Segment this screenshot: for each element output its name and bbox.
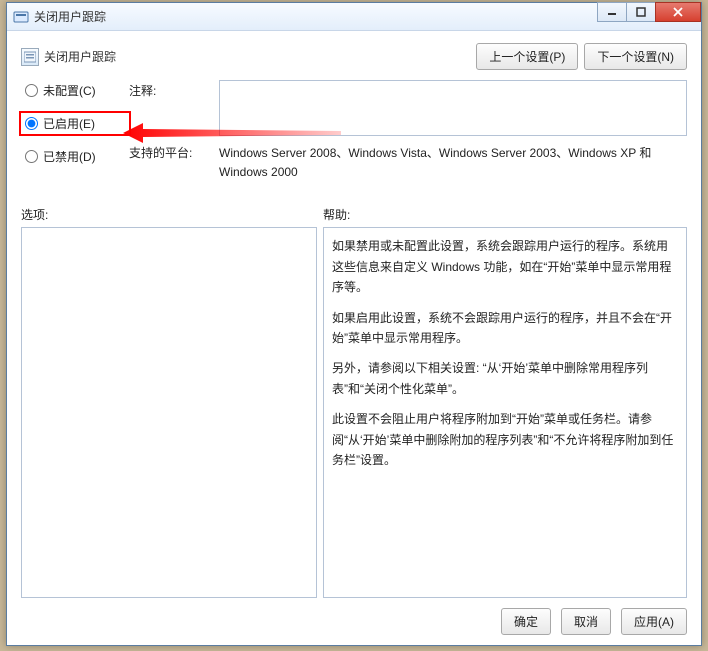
- help-paragraph: 此设置不会阻止用户将程序附加到“开始”菜单或任务栏。请参阅“从‘开始’菜单中删除…: [332, 409, 678, 470]
- radio-disabled[interactable]: 已禁用(D): [25, 148, 129, 165]
- close-button[interactable]: [655, 2, 701, 22]
- nav-buttons: 上一个设置(P) 下一个设置(N): [476, 43, 687, 70]
- minimize-button[interactable]: [597, 2, 627, 22]
- header-row: 关闭用户跟踪 上一个设置(P) 下一个设置(N): [21, 43, 687, 70]
- options-pane: [21, 227, 317, 598]
- platform-row: 支持的平台: Windows Server 2008、Windows Vista…: [129, 144, 687, 182]
- apply-button[interactable]: 应用(A): [621, 608, 687, 635]
- help-paragraph: 如果启用此设置，系统不会跟踪用户运行的程序，并且不会在“开始”菜单中显示常用程序…: [332, 308, 678, 349]
- comment-row: 注释:: [129, 80, 687, 136]
- ok-button[interactable]: 确定: [501, 608, 551, 635]
- radio-not-configured-label: 未配置(C): [43, 82, 96, 99]
- radio-group: 未配置(C) 已启用(E) 已禁用(D): [21, 80, 129, 182]
- mid-labels: 选项: 帮助:: [21, 206, 687, 223]
- titlebar[interactable]: 关闭用户跟踪: [7, 3, 701, 31]
- header-title: 关闭用户跟踪: [44, 48, 476, 65]
- policy-icon: [21, 48, 39, 66]
- radio-disabled-input[interactable]: [25, 150, 38, 163]
- help-paragraph: 如果禁用或未配置此设置，系统会跟踪用户运行的程序。系统用这些信息来自定义 Win…: [332, 236, 678, 297]
- radio-not-configured[interactable]: 未配置(C): [25, 82, 129, 99]
- app-icon: [13, 9, 29, 25]
- window-controls: [598, 2, 701, 22]
- right-col: 注释: 支持的平台: Windows Server 2008、Windows V…: [129, 80, 687, 182]
- options-label: 选项:: [21, 206, 323, 223]
- help-paragraph: 另外，请参阅以下相关设置: “从‘开始’菜单中删除常用程序列表”和“关闭个性化菜…: [332, 358, 678, 399]
- radio-disabled-label: 已禁用(D): [43, 148, 96, 165]
- dialog-content: 关闭用户跟踪 上一个设置(P) 下一个设置(N) 未配置(C) 已启用(E) 已…: [7, 31, 701, 645]
- titlebar-text: 关闭用户跟踪: [34, 8, 106, 25]
- help-pane[interactable]: 如果禁用或未配置此设置，系统会跟踪用户运行的程序。系统用这些信息来自定义 Win…: [323, 227, 687, 598]
- prev-setting-button[interactable]: 上一个设置(P): [476, 43, 578, 70]
- platform-text: Windows Server 2008、Windows Vista、Window…: [219, 144, 687, 182]
- panes: 如果禁用或未配置此设置，系统会跟踪用户运行的程序。系统用这些信息来自定义 Win…: [21, 227, 687, 598]
- radio-enabled-label: 已启用(E): [43, 115, 95, 132]
- bottom-buttons: 确定 取消 应用(A): [21, 598, 687, 635]
- radio-enabled-input[interactable]: [25, 117, 38, 130]
- radio-enabled[interactable]: 已启用(E): [19, 111, 131, 136]
- next-setting-button[interactable]: 下一个设置(N): [584, 43, 687, 70]
- help-label: 帮助:: [323, 206, 350, 223]
- cancel-button[interactable]: 取消: [561, 608, 611, 635]
- comment-label: 注释:: [129, 80, 209, 136]
- comment-textarea[interactable]: [219, 80, 687, 136]
- top-grid: 未配置(C) 已启用(E) 已禁用(D) 注释: 支持的平台:: [21, 80, 687, 182]
- platform-label: 支持的平台:: [129, 144, 209, 182]
- dialog-window: 关闭用户跟踪 关闭用户跟踪 上一个设置(P) 下一个设置(N) 未配置(C): [6, 2, 702, 646]
- radio-not-configured-input[interactable]: [25, 84, 38, 97]
- maximize-button[interactable]: [626, 2, 656, 22]
